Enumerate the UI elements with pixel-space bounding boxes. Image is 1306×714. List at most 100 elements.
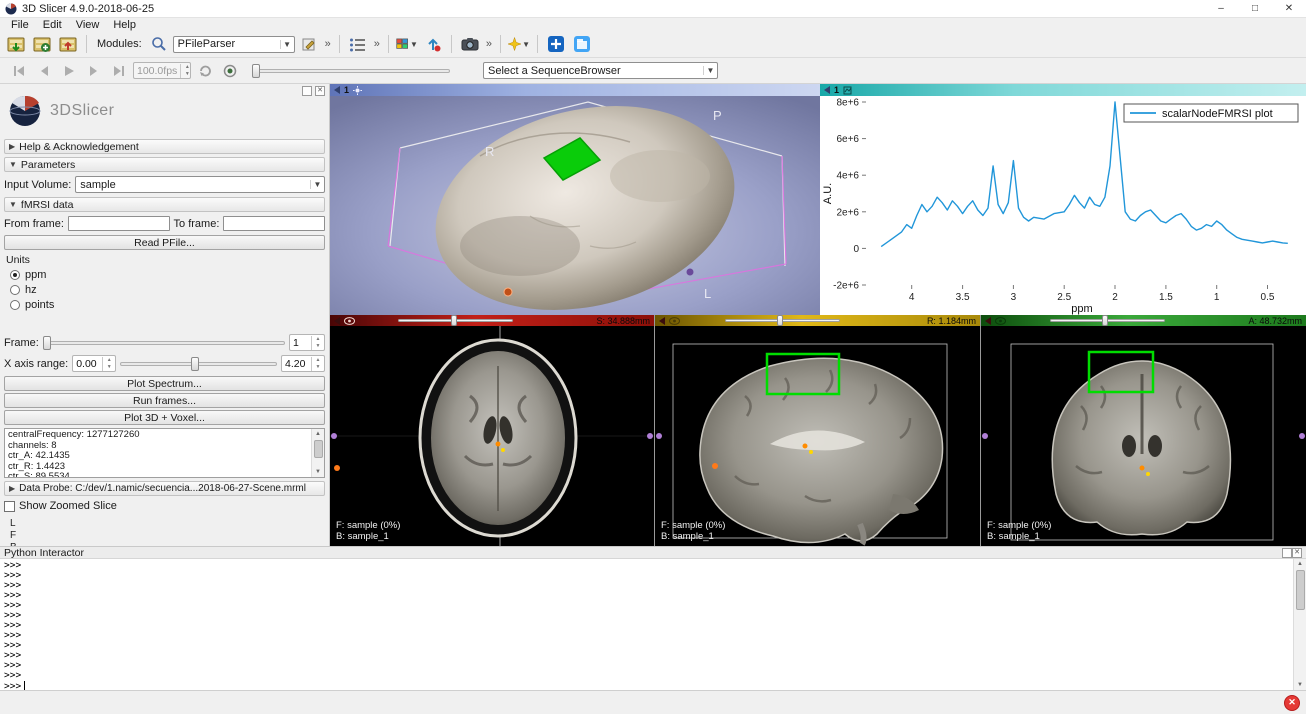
slider-handle[interactable] [777, 315, 783, 326]
x-min-spinbox[interactable]: 0.00 ▲▼ [72, 355, 116, 372]
sun-icon[interactable] [353, 86, 362, 95]
data-probe-section[interactable]: ▶ Data Probe: C:/dev/1.namic/secuencia..… [4, 481, 325, 496]
scroll-thumb[interactable] [1296, 570, 1305, 610]
to-frame-input[interactable] [223, 216, 325, 231]
fiducial-purple[interactable] [331, 433, 337, 439]
sequence-capture-button[interactable] [421, 32, 445, 56]
radio-label[interactable]: ppm [25, 269, 46, 281]
screenshot-button[interactable] [458, 32, 482, 56]
python-interactor-header[interactable]: Python Interactor ✕ [0, 546, 1306, 559]
toolbar-overflow-3[interactable]: » [484, 38, 494, 50]
load-data-button[interactable] [4, 32, 28, 56]
fiducial-purple[interactable] [1299, 433, 1305, 439]
scroll-thumb[interactable] [314, 440, 323, 458]
radio-circle[interactable] [10, 270, 20, 280]
green-slice-slider[interactable] [1050, 316, 1165, 326]
frame-spinbox[interactable]: 1 ▲▼ [289, 334, 325, 351]
fiducial-orange[interactable] [712, 463, 718, 469]
fiducial-orange[interactable] [496, 442, 501, 447]
spin-arrows[interactable]: ▲▼ [102, 357, 115, 371]
fiducial-yellow[interactable] [809, 450, 813, 454]
pin-icon[interactable] [824, 86, 830, 94]
module-search-button[interactable] [147, 32, 171, 56]
fiducial-orange[interactable] [504, 288, 512, 296]
toolbar-overflow-1[interactable]: » [323, 38, 333, 50]
show-zoomed-slice-row[interactable]: Show Zoomed Slice [4, 500, 325, 512]
info-textarea[interactable]: centralFrequency: 1277127260 channels: 8… [4, 428, 325, 478]
info-scrollbar[interactable]: ▲ ▼ [311, 429, 324, 477]
slider-handle[interactable] [1102, 315, 1108, 326]
view-3d-viewport[interactable]: R P L [330, 96, 820, 315]
slider-handle[interactable] [451, 315, 457, 326]
save-data-button[interactable] [56, 32, 80, 56]
sequence-frame-slider[interactable] [252, 63, 450, 79]
minimize-button[interactable]: – [1204, 0, 1238, 18]
crosshair-button[interactable]: ▼ [507, 32, 531, 56]
fiducial-orange[interactable] [334, 465, 340, 471]
x-range-slider[interactable] [120, 356, 277, 372]
pin-icon[interactable] [659, 317, 665, 325]
scroll-up-icon[interactable]: ▲ [1297, 559, 1303, 569]
radio-label[interactable]: hz [25, 284, 37, 296]
x-max-spinbox[interactable]: 4.20 ▲▼ [281, 355, 325, 372]
menu-view[interactable]: View [69, 19, 107, 31]
fiducial-orange[interactable] [803, 444, 808, 449]
error-log-button[interactable]: ✕ [1284, 695, 1300, 711]
fiducial-orange[interactable] [1140, 466, 1145, 471]
toolbar-overflow-2[interactable]: » [372, 38, 382, 50]
scroll-down-icon[interactable]: ▼ [315, 467, 321, 477]
show-zoomed-label[interactable]: Show Zoomed Slice [19, 500, 117, 512]
yellow-slice-slider[interactable] [725, 316, 840, 326]
python-console-text[interactable]: >>>>>>>>>>>>>>>>>>>>>>>>>>>>>>>>>>>>>>> [0, 559, 1293, 690]
radio-ppm[interactable]: ppm [10, 269, 325, 281]
parameters-section[interactable]: ▼ Parameters [4, 157, 325, 172]
red-slice-header[interactable]: S: 34.888mm [330, 315, 654, 326]
console-undock-icon[interactable] [1282, 548, 1292, 558]
slider-handle[interactable] [252, 64, 260, 78]
radio-circle[interactable] [10, 300, 20, 310]
spin-arrows[interactable]: ▲▼ [180, 64, 193, 78]
frame-slider[interactable] [43, 335, 285, 351]
view-slice-green[interactable]: A: 48.732mm [981, 315, 1306, 546]
radio-hz[interactable]: hz [10, 284, 325, 296]
scroll-up-icon[interactable]: ▲ [315, 429, 321, 439]
menu-file[interactable]: File [4, 19, 36, 31]
slider-handle[interactable] [43, 336, 51, 350]
fiducial-yellow[interactable] [501, 448, 505, 452]
last-frame-button[interactable] [108, 61, 130, 81]
console-scrollbar[interactable]: ▲ ▼ [1293, 559, 1306, 690]
console-close-icon[interactable]: ✕ [1292, 548, 1302, 558]
first-frame-button[interactable] [8, 61, 30, 81]
python-console[interactable]: >>>>>>>>>>>>>>>>>>>>>>>>>>>>>>>>>>>>>>> … [0, 559, 1306, 691]
fiducial-purple[interactable] [982, 433, 988, 439]
read-pfile-button[interactable]: Read PFile... [4, 235, 325, 250]
scroll-down-icon[interactable]: ▼ [1297, 680, 1303, 690]
extension-install-button[interactable] [570, 32, 594, 56]
show-zoomed-checkbox[interactable] [4, 501, 15, 512]
fiducial-purple[interactable] [647, 433, 653, 439]
yellow-slice-header[interactable]: R: 1.184mm [655, 315, 980, 326]
fmrsi-data-section[interactable]: ▼ fMRSI data [4, 197, 325, 212]
module-history-button[interactable] [346, 32, 370, 56]
panel-undock-icon[interactable] [302, 86, 312, 96]
menu-help[interactable]: Help [106, 19, 143, 31]
eye-icon[interactable] [995, 317, 1006, 325]
maximize-button[interactable]: □ [1238, 0, 1272, 18]
play-button[interactable] [58, 61, 80, 81]
menu-edit[interactable]: Edit [36, 19, 69, 31]
plot-options-icon[interactable] [843, 86, 852, 95]
green-slice-header[interactable]: A: 48.732mm [981, 315, 1306, 326]
module-edit-button[interactable] [297, 32, 321, 56]
loop-toggle-button[interactable] [194, 61, 216, 81]
red-slice-slider[interactable] [398, 316, 513, 326]
red-slice-viewport[interactable]: F: sample (0%) B: sample_1 [330, 326, 654, 546]
next-frame-button[interactable] [83, 61, 105, 81]
fps-spinbox[interactable]: 100.0fps ▲▼ [133, 62, 191, 79]
run-frames-button[interactable]: Run frames... [4, 393, 325, 408]
close-button[interactable]: ✕ [1272, 0, 1306, 18]
slider-groove[interactable] [43, 341, 285, 345]
add-data-button[interactable] [30, 32, 54, 56]
view-plot[interactable]: 1 43.532.521.510.58e+66e+64e+62e+60-2e+6… [820, 84, 1306, 315]
view-plot-header[interactable]: 1 [820, 84, 1306, 96]
radio-label[interactable]: points [25, 299, 54, 311]
